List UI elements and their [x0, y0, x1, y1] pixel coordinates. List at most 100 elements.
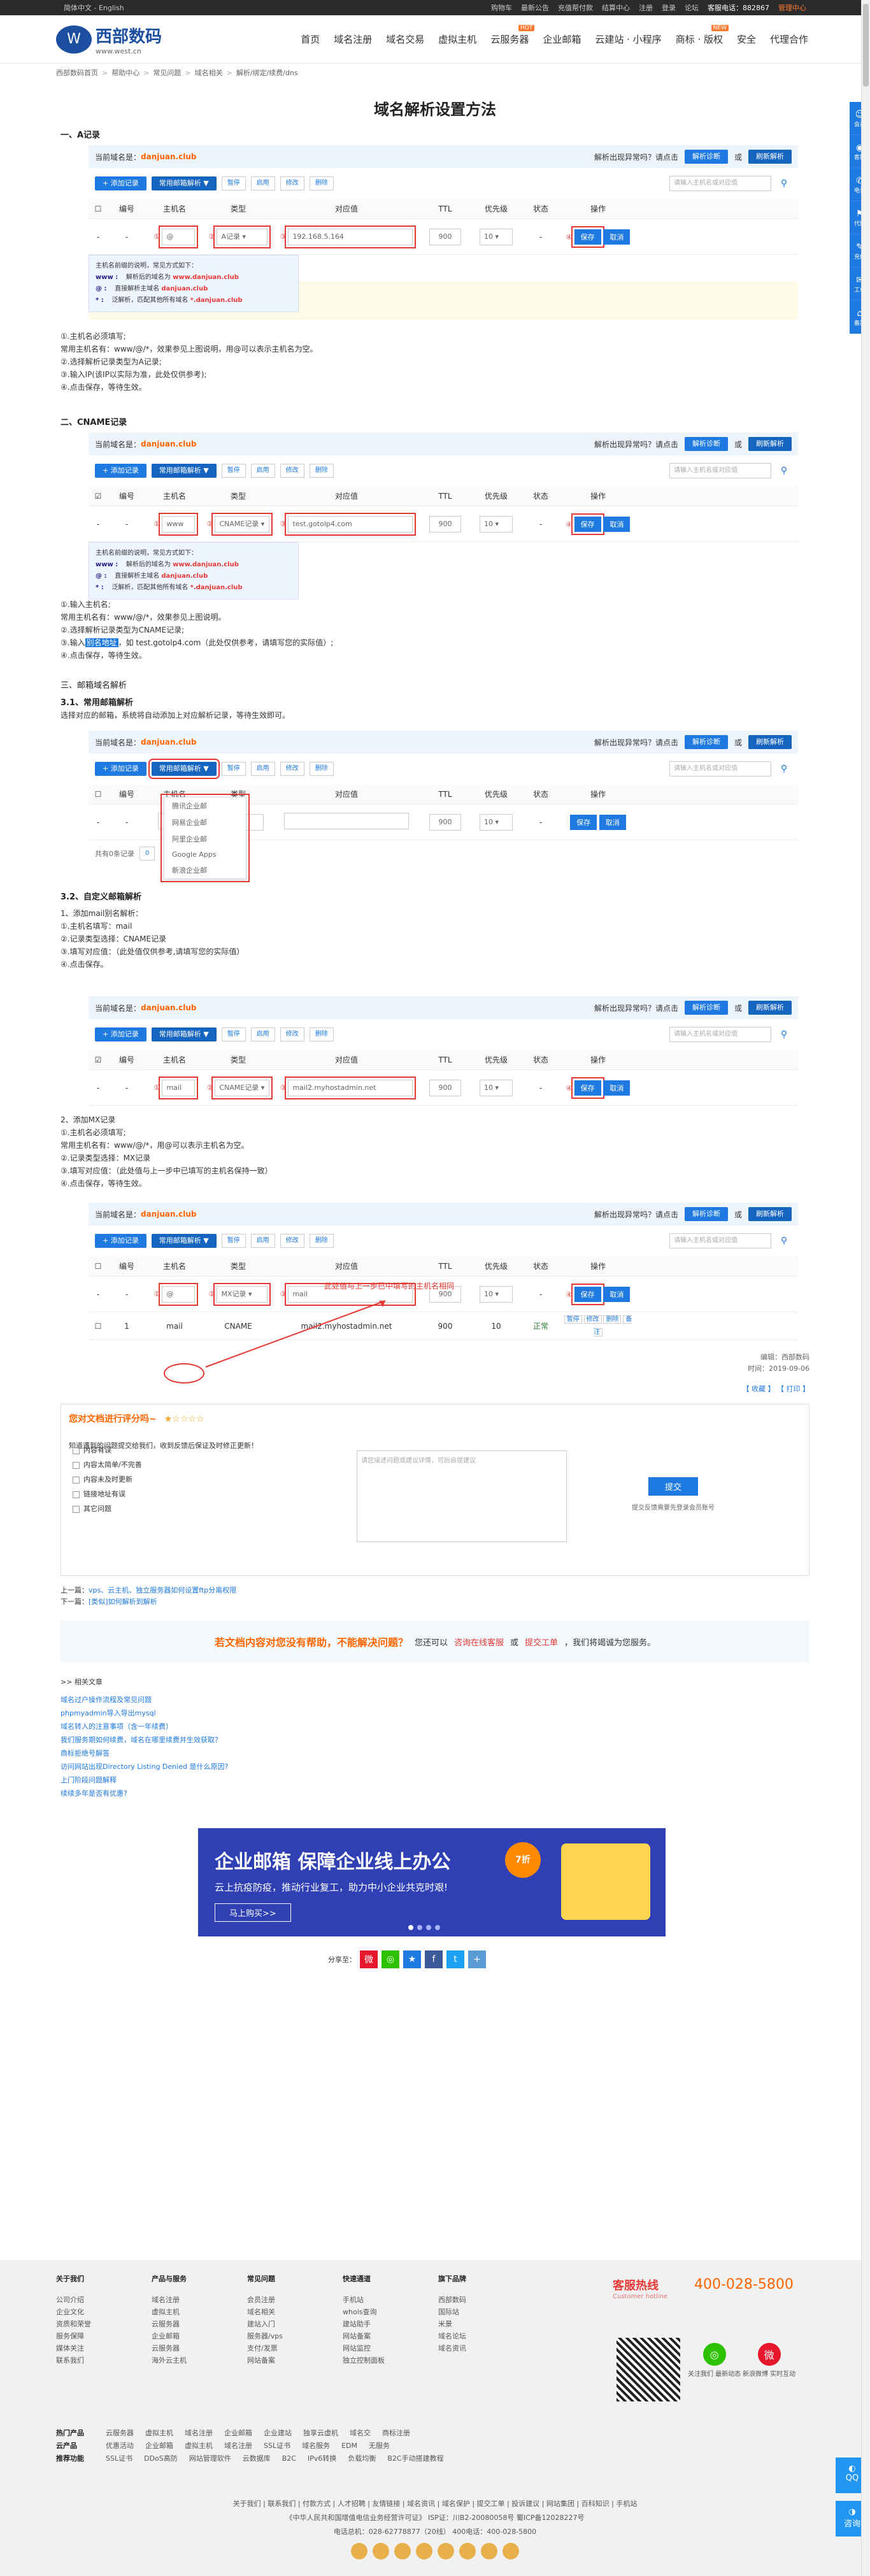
nav-security[interactable]: 安全 [730, 32, 763, 46]
type-select[interactable]: CNAME记录 ▾ [211, 1076, 273, 1099]
footer-link[interactable]: 域名注册 [152, 2294, 247, 2306]
host-input[interactable]: mail [159, 1076, 199, 1099]
footer-link[interactable]: 云服务器 [152, 2342, 247, 2354]
edit-button[interactable]: 修改 [280, 1234, 304, 1248]
footer-link[interactable]: B2C [282, 2452, 296, 2465]
nav-agent[interactable]: 代理合作 [763, 32, 815, 46]
ttl-input[interactable]: 900 [429, 515, 461, 533]
language-switch[interactable]: 简体中文 - English [64, 3, 124, 13]
diagnose-button[interactable]: 解析诊断 [684, 735, 728, 749]
footer-link[interactable]: 海外云主机 [152, 2354, 247, 2366]
breadcrumb-item[interactable]: 西部数码首页 [56, 68, 98, 78]
delete-button[interactable]: 删除 [309, 1234, 334, 1248]
footer-link[interactable]: 域名资讯 [438, 2342, 534, 2354]
refresh-button[interactable]: 刷新解析 [748, 1001, 792, 1015]
feedback-option[interactable]: 链接地址有误 [73, 1487, 142, 1501]
save-button[interactable]: 保存 [571, 513, 604, 535]
footer-link[interactable]: SSL证书 [264, 2440, 290, 2452]
refresh-button[interactable]: 刷新解析 [748, 735, 792, 749]
footer-link[interactable]: 手机站 [343, 2294, 438, 2306]
footer-link[interactable]: 企业邮箱 [224, 2427, 252, 2440]
nav-virtual-host[interactable]: 虚拟主机 [431, 32, 483, 46]
mail-option[interactable]: Google Apps [164, 847, 246, 862]
recharge-link[interactable]: 充值帮付款 [558, 3, 593, 13]
feedback-option[interactable]: 内容未及时更新 [73, 1472, 142, 1487]
footer-link[interactable]: 域名相关 [247, 2306, 343, 2318]
footer-link[interactable]: 资质和荣誉 [56, 2318, 152, 2330]
mail-option[interactable]: 阿里企业邮 [164, 831, 246, 847]
related-link[interactable]: 域名转入的注意事项（含一年续费） [61, 1720, 809, 1733]
cancel-button[interactable]: 取消 [603, 516, 631, 532]
cancel-button[interactable]: 取消 [599, 814, 626, 830]
footer-nav[interactable]: 关于我们 | 联系我们 | 付款方式 | 人才招聘 | 友情链接 | 域名资讯 … [0, 2497, 870, 2511]
scroll-thumb[interactable] [863, 4, 869, 87]
type-select[interactable]: A记录 ▾ [213, 225, 271, 248]
qzone-icon[interactable]: ★ [403, 1950, 421, 1968]
diagnose-button[interactable]: 解析诊断 [684, 1207, 728, 1221]
footer-link[interactable]: 联系我们 [56, 2354, 152, 2366]
host-input[interactable]: www [159, 512, 199, 536]
nav-enterprise-mail[interactable]: 企业邮箱 [536, 32, 588, 46]
select-all-checkbox[interactable]: ☐ [89, 790, 108, 799]
value-input[interactable] [284, 813, 409, 829]
value-input[interactable]: test.gotolp4.com [285, 512, 417, 536]
register-link[interactable]: 注册 [639, 3, 653, 13]
related-link[interactable]: phpmyadmin导入导出mysql [61, 1707, 809, 1720]
enable-button[interactable]: 启用 [250, 1027, 275, 1041]
ttl-input[interactable]: 900 [429, 228, 461, 245]
feedback-textarea[interactable]: 请您描述问题或建议详情，可后自提建议 [357, 1450, 567, 1542]
footer-link[interactable]: 虚拟主机 [145, 2427, 173, 2440]
enable-button[interactable]: 启用 [250, 176, 275, 190]
prev-article-link[interactable]: vps、云主机、独立服务器如何设置ftp分离权限 [89, 1586, 236, 1594]
breadcrumb-item[interactable]: 域名相关 [195, 68, 223, 78]
priority-select[interactable]: 10 ▾ [480, 228, 513, 245]
nav-trademark[interactable]: 商标 · 版权 NEW [669, 25, 730, 46]
nav-domain-trade[interactable]: 域名交易 [379, 32, 431, 46]
forum-link[interactable]: 论坛 [685, 3, 699, 13]
feedback-option[interactable]: 其它问题 [73, 1501, 142, 1516]
search-input[interactable]: 请输入主机名或对应值 [669, 176, 771, 191]
common-mail-button[interactable]: 常用邮箱解析 ▼ [151, 1027, 217, 1041]
banner-buy-button[interactable]: 马上购买>> [215, 1903, 291, 1922]
search-icon[interactable]: ⚲ [776, 1233, 792, 1249]
priority-select[interactable]: 10 ▾ [480, 813, 513, 831]
mail-option[interactable]: 腾讯企业邮 [164, 798, 246, 814]
value-input[interactable]: 192.168.5.164 [285, 225, 417, 248]
footer-link[interactable]: 云服务器 [152, 2318, 247, 2330]
related-link[interactable]: 续续多年是否有优惠? [61, 1787, 809, 1800]
footer-link[interactable]: 网站备案 [343, 2330, 438, 2342]
delete-button[interactable]: 删除 [309, 464, 334, 478]
footer-link[interactable]: 企业邮箱 [145, 2440, 173, 2452]
search-icon[interactable]: ⚲ [776, 1027, 792, 1042]
host-input[interactable]: @ [159, 1282, 199, 1306]
carousel-dots[interactable] [408, 1925, 440, 1930]
pause-button[interactable]: 暂停 [221, 1234, 246, 1248]
nav-domain-register[interactable]: 域名注册 [327, 32, 379, 46]
weibo-follow[interactable]: 微新浪微博 实时互动 [743, 2343, 795, 2378]
refresh-button[interactable]: 刷新解析 [748, 1207, 792, 1221]
delete-button[interactable]: 删除 [309, 1027, 334, 1041]
add-record-button[interactable]: + 添加记录 [95, 762, 146, 776]
next-article-link[interactable]: [类似]如何解析到解析 [89, 1598, 157, 1606]
refresh-button[interactable]: 刷新解析 [748, 437, 792, 451]
footer-link[interactable]: 域名论坛 [438, 2330, 534, 2342]
footer-link[interactable]: 建站助手 [343, 2318, 438, 2330]
footer-link[interactable]: 域名交 [350, 2427, 371, 2440]
footer-link[interactable]: whois查询 [343, 2306, 438, 2318]
diagnose-button[interactable]: 解析诊断 [684, 1001, 728, 1015]
footer-link[interactable]: 国际站 [438, 2306, 534, 2318]
footer-link[interactable]: 独立控制面板 [343, 2354, 438, 2366]
footer-link[interactable]: 虚拟主机 [185, 2440, 213, 2452]
footer-link[interactable]: 企业文化 [56, 2306, 152, 2318]
ttl-input[interactable]: 900 [429, 1079, 461, 1096]
footer-link[interactable]: SSL证书 [106, 2452, 132, 2465]
related-link[interactable]: 上门阶段问题解释 [61, 1773, 809, 1787]
footer-link[interactable]: EDM [341, 2440, 357, 2452]
footer-link[interactable]: B2C手动搭建教程 [387, 2452, 443, 2465]
footer-link[interactable]: 米景 [438, 2318, 534, 2330]
footer-link[interactable]: 网站监控 [343, 2342, 438, 2354]
print-link[interactable]: 【 打印 】 [777, 1385, 809, 1393]
pause-button[interactable]: 暂停 [221, 1027, 246, 1041]
footer-link[interactable]: 独享云虚机 [303, 2427, 338, 2440]
footer-link[interactable]: 服务器/vps [247, 2330, 343, 2342]
